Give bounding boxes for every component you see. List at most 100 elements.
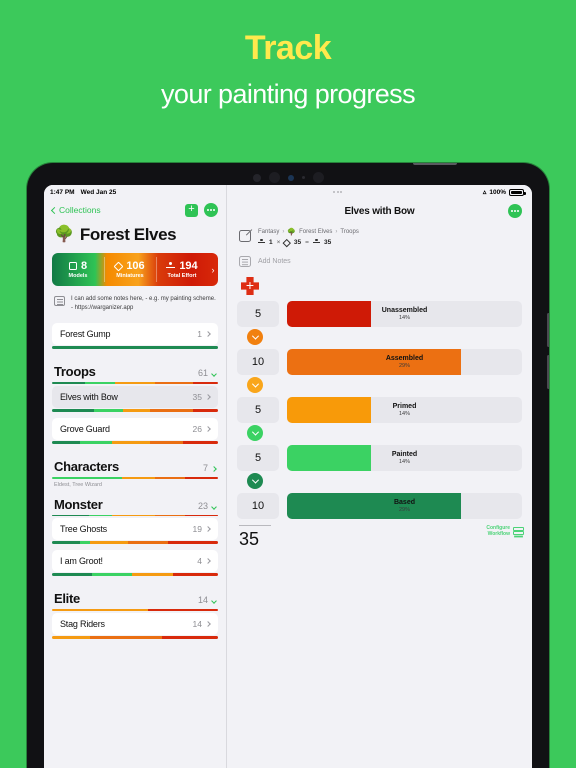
sidebar-scroll-area[interactable]: Forest Gump 1 Troops 61 Elves with Bow 35 Grov… xyxy=(44,321,226,768)
progress-segment xyxy=(52,573,92,577)
stat-card-miniatures[interactable]: 106 Miniatures xyxy=(104,253,156,286)
section-header-elite[interactable]: Elite 14 xyxy=(52,582,218,606)
stat-value: 194 xyxy=(179,260,198,272)
workflow-step-percent: 29% xyxy=(398,507,410,513)
stats-expand-chevron-icon[interactable]: › xyxy=(208,253,218,286)
wifi-icon: ▵ xyxy=(482,189,487,196)
sidebar-more-button[interactable] xyxy=(204,203,218,217)
chevron-down-icon[interactable] xyxy=(211,371,217,378)
configure-workflow-button[interactable]: Configure Workflow xyxy=(486,525,524,537)
advance-chevron-down-button[interactable] xyxy=(247,473,263,489)
workflow-step-count[interactable]: 5 xyxy=(237,445,279,471)
list-item: Grove Guard 26 xyxy=(52,417,218,444)
back-to-collections-button[interactable]: Collections xyxy=(50,205,101,215)
workflow-step-bar[interactable]: Assembled 29% xyxy=(287,349,522,375)
unit-row-forest-gump[interactable]: Forest Gump 1 xyxy=(52,323,218,346)
detail-more-button[interactable] xyxy=(508,204,522,218)
progress-segment xyxy=(183,440,218,444)
breadcrumb-item-2[interactable]: Troops xyxy=(340,229,358,235)
chevron-down-icon[interactable] xyxy=(211,503,217,510)
advance-chevron-down-button[interactable] xyxy=(247,377,263,393)
unit-row-stag-riders[interactable]: Stag Riders 14 xyxy=(52,612,218,635)
breadcrumb-item-0[interactable]: Fantasy xyxy=(258,229,279,235)
section-header-troops[interactable]: Troops 61 xyxy=(52,355,218,379)
chevron-right-icon[interactable] xyxy=(211,466,217,472)
add-unit-button[interactable]: + xyxy=(185,203,198,217)
workflow-step-bar[interactable]: Based 29% xyxy=(287,493,522,519)
battery-percent: 100% xyxy=(489,188,506,196)
square-icon xyxy=(68,262,77,270)
collection-stats-strip[interactable]: 8 Models 106 Miniatures 194 Total Effort › xyxy=(52,253,218,286)
workflow-step-bar[interactable]: Primed 14% xyxy=(287,397,522,423)
unit-row-elves-with-bow[interactable]: Elves with Bow 35 xyxy=(52,385,218,408)
status-date: Wed Jan 25 xyxy=(80,188,117,196)
stat-card-total-effort[interactable]: 194 Total Effort xyxy=(156,253,208,286)
unit-formula: 1 × 35 = 35 xyxy=(258,238,359,247)
workflow-step-unassembled[interactable]: 5 Unassembled 14% xyxy=(237,301,522,327)
breadcrumb[interactable]: Fantasy › 🌳 Forest Elves › Troops xyxy=(258,228,359,236)
add-notes-placeholder[interactable]: Add Notes xyxy=(258,258,291,265)
workflow-step-percent: 29% xyxy=(398,363,410,369)
workflow-step-bar[interactable]: Unassembled 14% xyxy=(287,301,522,327)
advance-chevron-down-button[interactable] xyxy=(247,329,263,345)
unit-row-tree-ghosts[interactable]: Tree Ghosts 19 xyxy=(52,518,218,541)
workflow-step-primed[interactable]: 5 Primed 14% xyxy=(237,397,522,423)
workflow-step-count[interactable]: 10 xyxy=(237,493,279,519)
workflow-step-based[interactable]: 10 Based 29% xyxy=(237,493,522,519)
workflow-step-count[interactable]: 5 xyxy=(237,397,279,423)
progress-segment xyxy=(52,476,122,479)
configure-line: Workflow xyxy=(487,531,510,537)
unit-row-i-am-groot[interactable]: I am Groot! 4 xyxy=(52,550,218,573)
unit-row-name: Stag Riders xyxy=(60,618,105,629)
edit-icon[interactable] xyxy=(239,230,251,242)
chevron-right-icon xyxy=(205,620,211,627)
workflow-step-painted[interactable]: 5 Painted 14% xyxy=(237,445,522,471)
add-notes-row[interactable]: Add Notes xyxy=(227,246,532,267)
dot-icon xyxy=(210,209,212,211)
detail-title: Elves with Bow xyxy=(344,205,415,217)
volume-up-button[interactable] xyxy=(547,313,549,347)
stat-card-models[interactable]: 8 Models xyxy=(52,253,104,286)
detail-pane: ▵ 100% Elves with Bow Fantasy › 🌳 Forest… xyxy=(227,185,532,768)
progress-segment xyxy=(161,635,218,639)
unit-meta-row[interactable]: Fantasy › 🌳 Forest Elves › Troops 1 × 35… xyxy=(227,223,532,247)
progress-bar xyxy=(52,541,218,545)
chevron-right-icon xyxy=(205,394,211,400)
section-header-monster[interactable]: Monster 23 xyxy=(52,488,218,512)
progress-segment xyxy=(52,635,91,639)
tree-icon: 🌳 xyxy=(287,229,297,236)
sidebar-nav-bar: Collections + xyxy=(44,199,226,221)
section-header-characters[interactable]: Characters 7 xyxy=(52,450,218,474)
unit-row-count: 35 xyxy=(192,391,202,402)
unit-row-grove-guard[interactable]: Grove Guard 26 xyxy=(52,417,218,440)
camera-array xyxy=(27,172,549,183)
progress-bar xyxy=(52,635,218,639)
list-item: I am Groot! 4 xyxy=(52,550,218,577)
progress-segment xyxy=(115,382,155,384)
chevron-right-icon xyxy=(205,426,211,432)
progress-bar xyxy=(52,346,218,350)
workflow-step-count[interactable]: 5 xyxy=(237,301,279,327)
workflow-step-bar[interactable]: Painted 14% xyxy=(287,445,522,471)
status-indicators: ▵ 100% xyxy=(482,188,526,196)
advance-chevron-down-button[interactable] xyxy=(247,425,263,441)
section-title: Elite xyxy=(54,591,80,607)
collection-notes[interactable]: I can add some notes here, - e.g. my pai… xyxy=(44,286,226,321)
progress-segment xyxy=(128,541,169,545)
multitask-handle-icon[interactable] xyxy=(333,191,343,193)
add-models-button[interactable]: + xyxy=(241,277,259,295)
progress-segment xyxy=(90,541,129,545)
diamond-icon xyxy=(113,261,124,271)
progress-segment xyxy=(52,541,81,545)
notes-icon xyxy=(54,296,65,306)
effort-icon xyxy=(312,239,320,246)
volume-down-button[interactable] xyxy=(547,355,549,389)
breadcrumb-item-1[interactable]: Forest Elves xyxy=(299,229,332,235)
workflow-step-assembled[interactable]: 10 Assembled 29% xyxy=(237,349,522,375)
unit-row-count: 26 xyxy=(192,423,202,434)
progress-bar xyxy=(52,440,218,444)
power-button[interactable] xyxy=(413,163,457,165)
promo-banner: Track your painting progress xyxy=(0,0,576,110)
chevron-down-icon[interactable] xyxy=(211,598,217,604)
workflow-step-count[interactable]: 10 xyxy=(237,349,279,375)
